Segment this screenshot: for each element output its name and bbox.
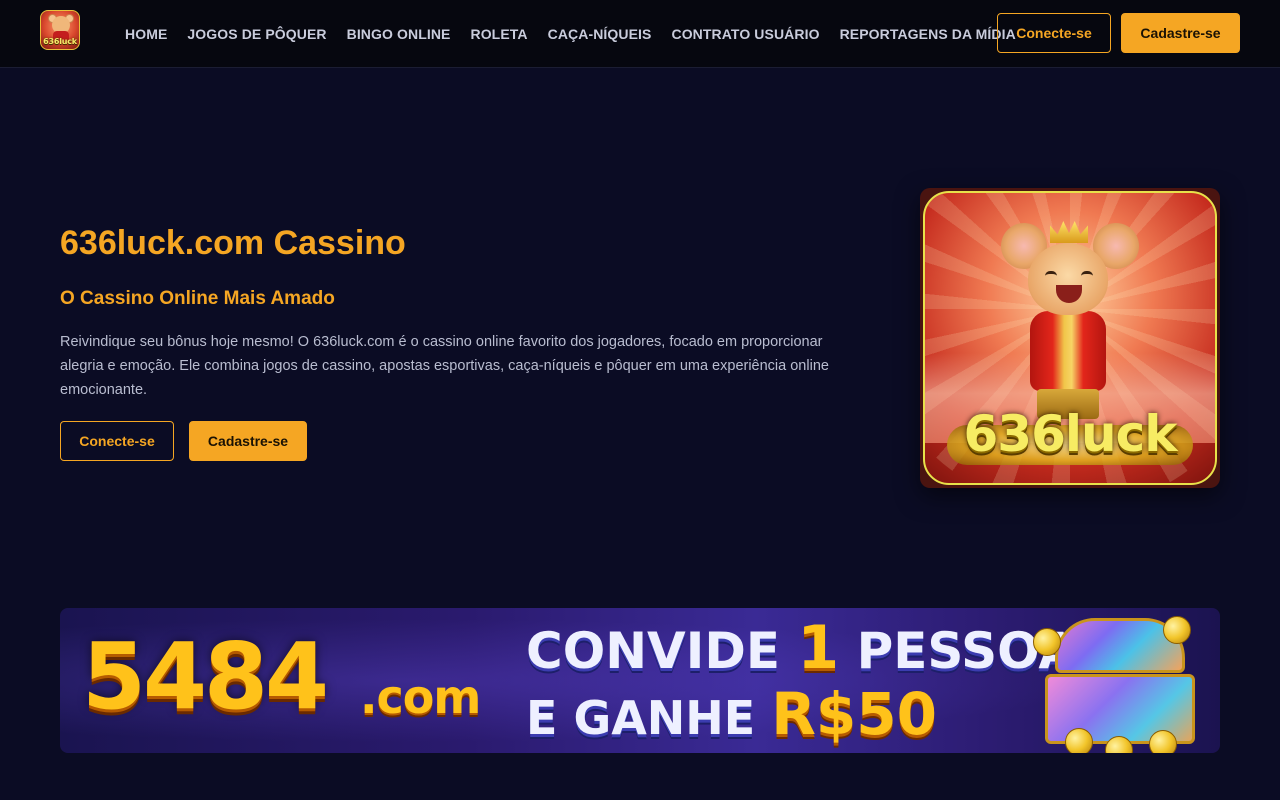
gold-coin-icon [1033, 628, 1061, 656]
hero-login-button[interactable]: Conecte-se [60, 421, 174, 461]
nav-slots[interactable]: CAÇA-NÍQUEIS [548, 26, 652, 42]
gold-coin-icon [1149, 730, 1177, 753]
mascot-eye-right [1081, 271, 1093, 276]
nav-roulette[interactable]: ROLETA [470, 26, 527, 42]
treasure-chest-icon [1033, 616, 1195, 753]
promo-headline-line1: CONVIDE 1 PESSOA [526, 618, 1077, 681]
nav-poker-games[interactable]: JOGOS DE PÔQUER [187, 26, 326, 42]
promo-line2-prefix: E GANHE [526, 691, 772, 745]
promo-line1-prefix: CONVIDE [526, 622, 798, 680]
hero-description: Reivindique seu bônus hoje mesmo! O 636l… [60, 334, 829, 398]
header-register-button[interactable]: Cadastre-se [1121, 13, 1240, 53]
hero-subtitle: O Cassino Online Mais Amado [60, 288, 335, 309]
main-navigation: HOME JOGOS DE PÔQUER BINGO ONLINE ROLETA… [125, 0, 1036, 68]
promo-line2-amount: R$50 [771, 680, 937, 748]
promo-domain-number: 5484 [82, 623, 329, 730]
promo-line1-number: 1 [797, 613, 840, 683]
mascot-body [1030, 311, 1106, 391]
hero-image-brand-text: 636luck [963, 405, 1178, 463]
site-logo[interactable]: 636luck [40, 10, 80, 50]
nav-user-agreement[interactable]: CONTRATO USUÁRIO [671, 26, 819, 42]
mascot-eye-left [1045, 271, 1057, 276]
header-login-button[interactable]: Conecte-se [997, 13, 1111, 53]
logo-text: 636luck [43, 37, 77, 46]
top-navbar: 636luck HOME JOGOS DE PÔQUER BINGO ONLIN… [0, 0, 1280, 68]
promo-headline-line2: E GANHE R$50 [526, 682, 937, 750]
nav-online-bingo[interactable]: BINGO ONLINE [347, 26, 451, 42]
hero-brand-image: 636luck [920, 188, 1220, 488]
hero-image-frame: 636luck [923, 191, 1217, 485]
nav-home[interactable]: HOME [125, 26, 167, 42]
promo-domain-suffix: .com [360, 670, 481, 724]
nav-media-reports[interactable]: REPORTAGENS DA MÍDIA [840, 26, 1016, 42]
hero-title: 636luck.com Cassino [60, 224, 406, 262]
gold-coin-icon [1163, 616, 1191, 644]
gold-coin-icon [1065, 728, 1093, 753]
promo-banner[interactable]: 5484 .com CONVIDE 1 PESSOA E GANHE R$50 [60, 608, 1220, 753]
mascot-head [1028, 243, 1108, 315]
hero-register-button[interactable]: Cadastre-se [189, 421, 307, 461]
